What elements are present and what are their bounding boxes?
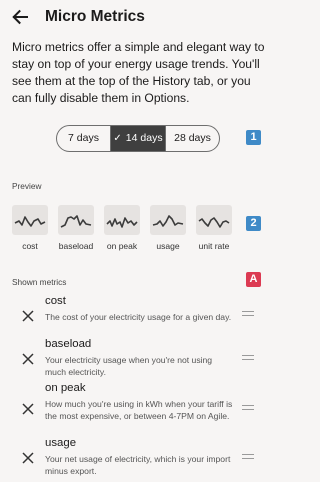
range-7-days-label: 7 days: [68, 132, 99, 144]
range-28-days-label: 28 days: [174, 132, 211, 144]
preview-cost-label: cost: [22, 241, 38, 251]
remove-icon[interactable]: [21, 402, 35, 416]
range-segmented-control: 7 days ✓ 14 days 28 days: [56, 125, 220, 152]
metric-description: How much you're using in kWh when your t…: [45, 399, 233, 422]
preview-label: Preview: [12, 181, 42, 191]
metric-description: Your net usage of electricity, which is …: [45, 454, 231, 477]
metric-name: baseload: [45, 338, 92, 350]
metric-name: usage: [45, 437, 77, 449]
remove-icon[interactable]: [21, 451, 35, 465]
app-bar: Micro Metrics: [0, 0, 275, 34]
drag-handle-icon[interactable]: [242, 454, 254, 460]
annotation-badge-1: 1: [246, 130, 261, 145]
intro-text: Micro metrics offer a simple and elegant…: [12, 40, 265, 105]
on-peak-sparkline-icon: [104, 205, 140, 235]
annotation-badge-2: 2: [246, 216, 261, 231]
range-28-days-button[interactable]: 28 days: [166, 126, 219, 151]
preview-baseload[interactable]: baseload: [56, 205, 96, 251]
metric-description: Your electricity usage when you're not u…: [45, 355, 213, 378]
preview-baseload-label: baseload: [58, 241, 94, 251]
page-title: Micro Metrics: [45, 8, 145, 25]
range-7-days-button[interactable]: 7 days: [57, 126, 111, 151]
preview-unit-rate-label: unit rate: [198, 241, 230, 251]
remove-icon[interactable]: [21, 309, 35, 323]
preview-on-peak-label: on peak: [106, 241, 138, 251]
shown-metrics-label: Shown metrics: [12, 277, 67, 287]
range-14-days-button[interactable]: ✓ 14 days: [111, 126, 166, 151]
metric-row-usage: usage Your net usage of electricity, whi…: [0, 437, 275, 482]
preview-unit-rate[interactable]: unit rate: [194, 205, 234, 251]
drag-handle-icon[interactable]: [242, 405, 254, 411]
baseload-sparkline-icon: [58, 205, 94, 235]
drag-handle-icon[interactable]: [242, 311, 254, 317]
usage-sparkline-icon: [150, 205, 186, 235]
preview-usage-label: usage: [156, 241, 180, 251]
annotation-badge-a: A: [246, 272, 261, 287]
check-icon: ✓: [113, 133, 122, 144]
back-arrow-icon[interactable]: [10, 7, 30, 27]
remove-icon[interactable]: [21, 352, 35, 366]
unit-rate-sparkline-icon: [196, 205, 232, 235]
preview-cost[interactable]: cost: [10, 205, 50, 251]
preview-on-peak[interactable]: on peak: [102, 205, 142, 251]
preview-row: cost baseload on peak usage unit rate: [0, 205, 240, 251]
metric-name: on peak: [45, 382, 86, 394]
range-14-days-label: 14 days: [125, 132, 163, 144]
cost-sparkline-icon: [12, 205, 48, 235]
metric-row-on-peak: on peak How much you're using in kWh whe…: [0, 382, 275, 438]
metric-description: The cost of your electricity usage for a…: [45, 312, 232, 322]
metric-name: cost: [45, 295, 66, 307]
preview-usage[interactable]: usage: [148, 205, 188, 251]
drag-handle-icon[interactable]: [242, 355, 254, 361]
